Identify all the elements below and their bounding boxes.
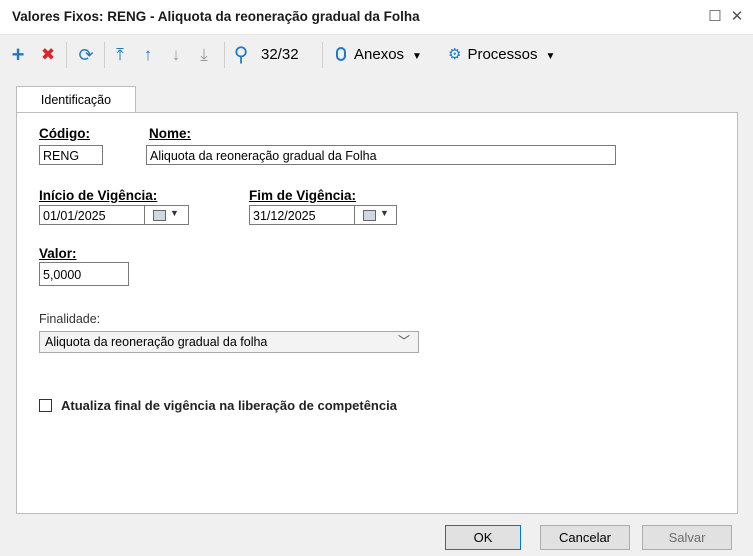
fim-vigencia-field[interactable]: 31/12/2025 <box>249 205 355 225</box>
chevron-down-icon: ▼ <box>170 208 179 218</box>
cancel-button[interactable]: Cancelar <box>540 525 630 550</box>
last-record-icon[interactable]: ⤓ <box>194 43 214 67</box>
calendar-icon <box>363 210 376 221</box>
delete-icon[interactable]: ✖ <box>38 43 58 67</box>
atualiza-vigencia-checkbox[interactable] <box>39 399 52 412</box>
codigo-field[interactable]: RENG <box>39 145 103 165</box>
chevron-down-icon: ▼ <box>412 51 422 62</box>
first-record-icon[interactable]: ⤒ <box>110 43 130 67</box>
inicio-calendar-button[interactable]: ▼ <box>145 205 189 225</box>
inicio-vigencia-label: Início de Vigência: <box>39 188 158 203</box>
atualiza-vigencia-label: Atualiza final de vigência na liberação … <box>61 398 397 413</box>
finalidade-value: Aliquota da reoneração gradual da folha <box>45 335 268 349</box>
toolbar: + ✖ ⟳ ⤒ ↑ ↓ ⤓ ⚲ 32/32 Anexos ▼ ⚙ Processos… <box>0 35 753 75</box>
calendar-icon <box>153 210 166 221</box>
toolbar-separator <box>66 42 67 68</box>
fim-vigencia-label: Fim de Vigência: <box>249 188 357 203</box>
toolbar-separator <box>104 42 105 68</box>
inicio-vigencia-field[interactable]: 01/01/2025 <box>39 205 145 225</box>
valor-label: Valor: <box>39 246 77 261</box>
search-icon[interactable]: ⚲ <box>230 43 252 67</box>
dialog-window: Valores Fixos: RENG - Aliquota da reoner… <box>0 0 753 556</box>
ok-button[interactable]: OK <box>445 525 521 550</box>
anexos-menu[interactable]: Anexos ▼ <box>336 43 422 67</box>
finalidade-select[interactable]: Aliquota da reoneração gradual da folha … <box>39 331 419 353</box>
codigo-label: Código: <box>39 126 90 141</box>
nome-field[interactable]: Aliquota da reoneração gradual da Folha <box>146 145 616 165</box>
refresh-icon[interactable]: ⟳ <box>75 43 97 67</box>
anexos-label: Anexos <box>354 46 405 63</box>
chevron-down-icon: ▼ <box>380 208 389 218</box>
nome-label: Nome: <box>149 126 192 141</box>
finalidade-label: Finalidade: <box>39 312 101 326</box>
chevron-down-icon: ﹀ <box>397 334 410 348</box>
processos-label: Processos <box>467 46 538 63</box>
tab-panel: Código: Nome: RENG Aliquota da reoneraçã… <box>16 112 738 514</box>
record-counter: 32/32 <box>261 46 299 63</box>
chevron-down-icon: ▼ <box>545 51 556 62</box>
next-record-icon[interactable]: ↓ <box>166 43 186 67</box>
processos-menu[interactable]: ⚙ Processos ▼ <box>448 43 555 67</box>
valor-field[interactable]: 5,0000 <box>39 262 129 286</box>
fim-calendar-button[interactable]: ▼ <box>355 205 397 225</box>
previous-record-icon[interactable]: ↑ <box>138 43 158 67</box>
paperclip-icon <box>336 47 346 61</box>
gear-icon: ⚙ <box>448 46 462 63</box>
toolbar-separator <box>322 42 323 68</box>
tab-identificacao[interactable]: Identificação <box>16 86 136 113</box>
close-icon[interactable]: ✕ <box>728 8 746 26</box>
toolbar-separator <box>224 42 225 68</box>
left-edge-strip <box>0 76 8 556</box>
maximize-icon[interactable]: ☐ <box>706 8 724 26</box>
window-title: Valores Fixos: RENG - Aliquota da reoner… <box>12 9 420 24</box>
save-button[interactable]: Salvar <box>642 525 732 550</box>
title-bar: Valores Fixos: RENG - Aliquota da reoner… <box>0 0 753 35</box>
add-icon[interactable]: + <box>8 43 28 67</box>
